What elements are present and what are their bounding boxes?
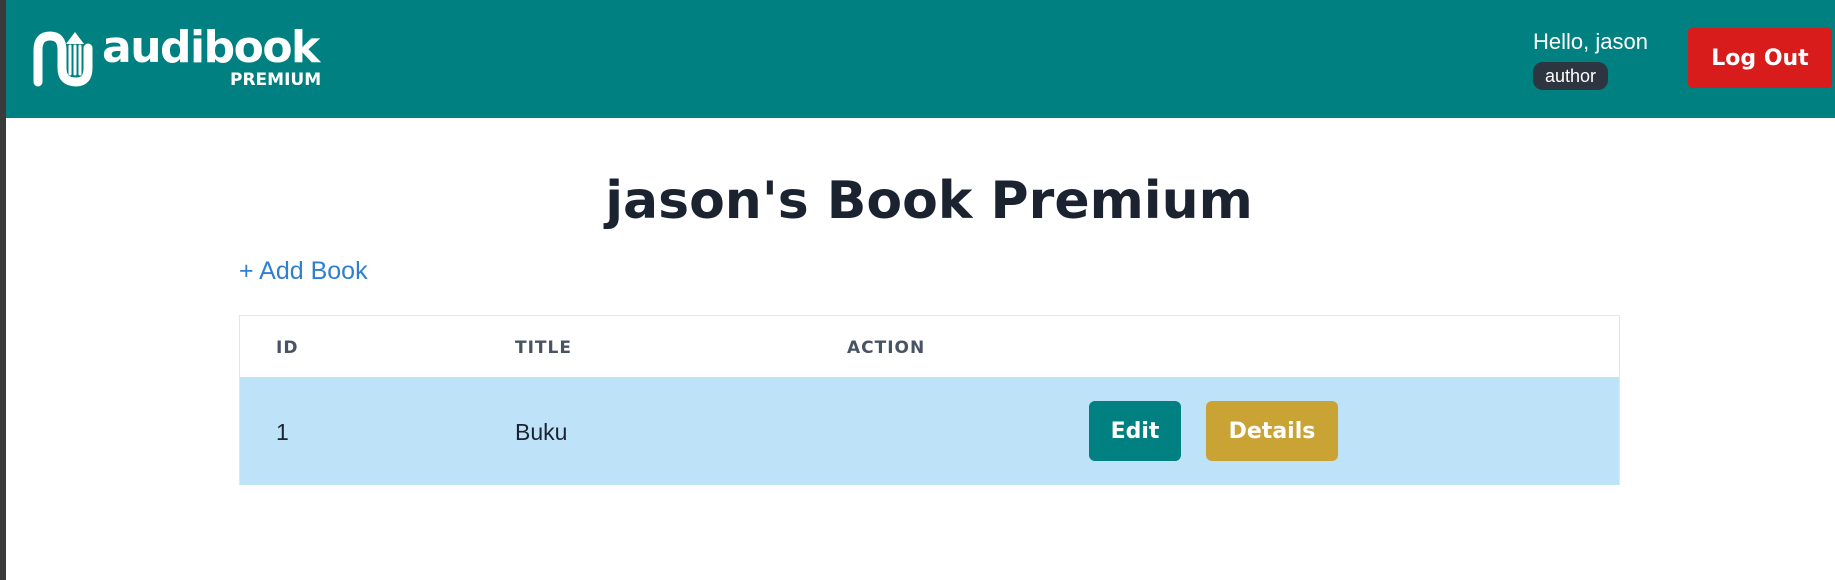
books-table: ID TITLE ACTION 1 Buku Edit Details xyxy=(239,315,1620,485)
audiobook-logo-icon xyxy=(30,28,100,90)
book-title-cell: Buku xyxy=(515,419,568,445)
table-header: ID TITLE ACTION xyxy=(240,316,1619,377)
column-header-id: ID xyxy=(276,338,299,358)
logo-premium-label: PREMIUM xyxy=(230,70,322,90)
add-book-link[interactable]: + Add Book xyxy=(239,255,368,287)
edit-button[interactable]: Edit xyxy=(1089,401,1181,461)
column-header-title: TITLE xyxy=(515,338,572,358)
column-header-action: ACTION xyxy=(847,338,926,358)
logo[interactable]: audibook PREMIUM xyxy=(30,22,330,94)
navbar: audibook PREMIUM Hello, jason author Log… xyxy=(6,0,1835,118)
book-id-cell: 1 xyxy=(276,419,289,445)
table-row: 1 Buku Edit Details xyxy=(240,377,1619,485)
role-badge: author xyxy=(1533,62,1609,90)
logout-button[interactable]: Log Out xyxy=(1688,28,1832,88)
user-greeting: Hello, jason xyxy=(1533,29,1648,54)
details-button[interactable]: Details xyxy=(1206,401,1338,461)
logo-wordmark: audibook xyxy=(102,22,320,73)
page-title: jason's Book Premium xyxy=(605,171,1253,231)
browser-page: audibook PREMIUM Hello, jason author Log… xyxy=(6,0,1835,580)
